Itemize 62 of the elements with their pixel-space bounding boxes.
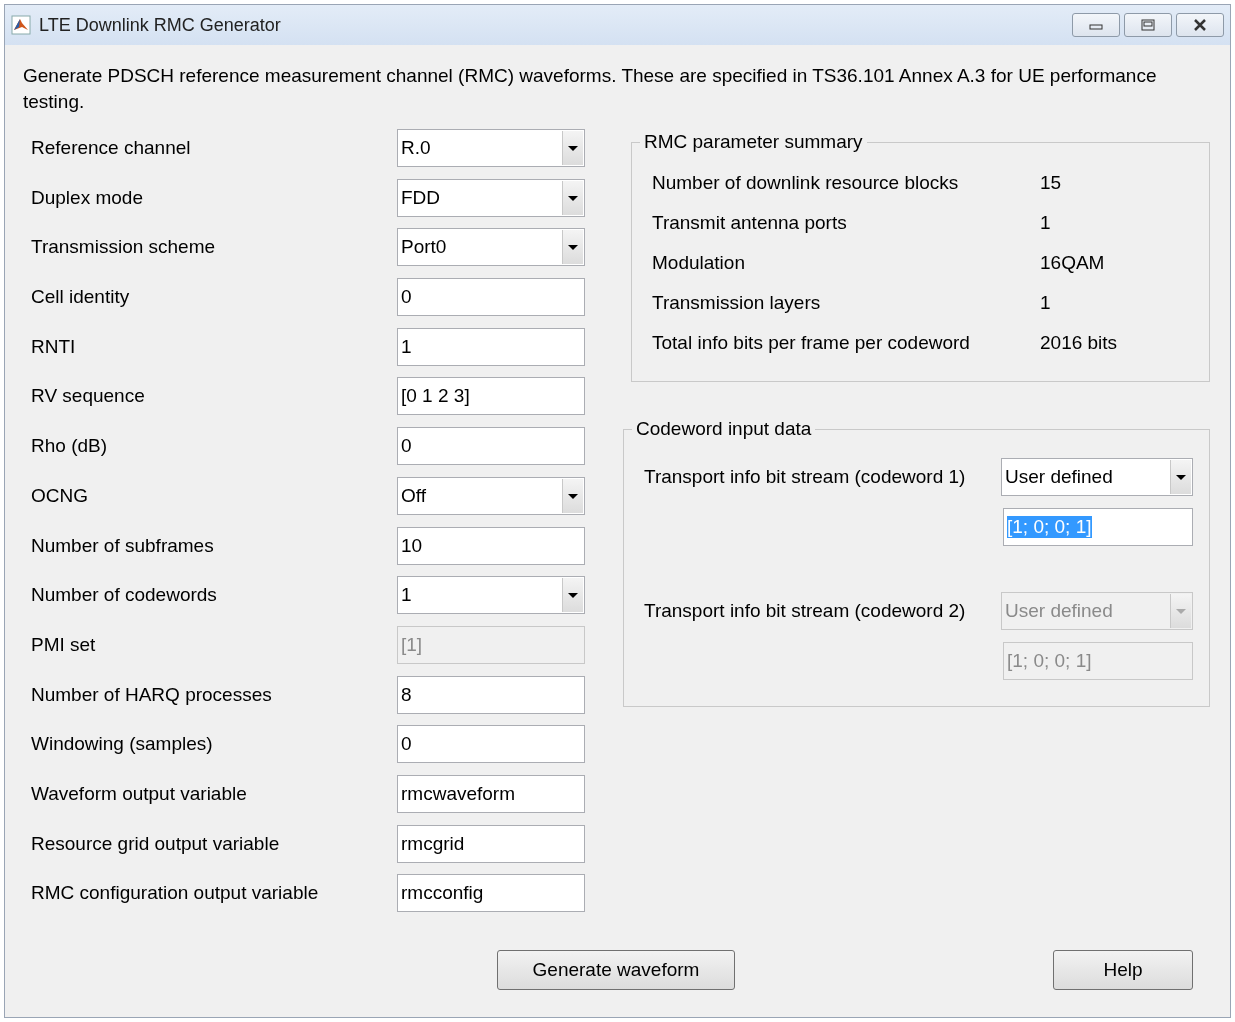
push-button[interactable]: Generate waveform — [497, 950, 735, 991]
input-field[interactable]: 10 — [397, 526, 585, 565]
parameter-label: Number of codewords — [31, 584, 218, 607]
summary-label: Modulation — [652, 252, 746, 274]
parameter-label: Number of subframes — [31, 534, 215, 557]
summary-label: Transmission layers — [652, 292, 822, 314]
dropdown[interactable]: Off — [397, 476, 585, 515]
input-field[interactable]: 1 — [397, 327, 585, 366]
input-field[interactable]: rmcconfig — [397, 874, 585, 913]
panel-title: RMC parameter summary — [643, 131, 864, 153]
parameter-label: Rho (dB) — [31, 435, 109, 458]
minimize-button[interactable] — [1072, 13, 1120, 37]
parameter-label: Transmission scheme — [31, 236, 217, 259]
window-title: LTE Downlink RMC Generator — [39, 14, 282, 36]
stream-label: Transport info bit stream (codeword 1) — [644, 466, 966, 488]
summary-label: Transmit antenna ports — [652, 212, 848, 234]
caret-icon — [1170, 594, 1191, 628]
input-field[interactable]: [0 1 2 3] — [397, 377, 585, 416]
dropdown[interactable]: 1 — [397, 576, 585, 615]
parameter-label: Windowing (samples) — [31, 733, 214, 756]
dropdown[interactable]: User defined — [1001, 458, 1193, 496]
summary-value: 1 — [1040, 212, 1051, 234]
summary-value: 16QAM — [1040, 252, 1105, 274]
caret-icon — [562, 180, 583, 215]
parameter-label: PMI set — [31, 633, 97, 656]
push-button[interactable]: Help — [1053, 950, 1193, 991]
parameter-label: RV sequence — [31, 385, 146, 408]
parameter-label: RMC configuration output variable — [31, 882, 320, 905]
input-field[interactable]: 8 — [397, 675, 585, 714]
dropdown[interactable]: Port0 — [397, 228, 585, 267]
parameter-label: Reference channel — [31, 137, 192, 159]
restore-icon — [1141, 19, 1155, 31]
parameter-label: RNTI — [31, 335, 77, 358]
parameter-label: Resource grid output variable — [31, 832, 281, 855]
description-text: Generate PDSCH reference measurement channel (RMC) waveforms. These are specified in TS36.101 Annex A.3 for UE performance testing. — [23, 64, 1158, 114]
caret-icon — [562, 230, 583, 265]
caret-icon — [1170, 460, 1191, 494]
input-field[interactable]: rmcwaveform — [397, 774, 585, 813]
app-icon — [11, 15, 31, 35]
close-button[interactable] — [1176, 13, 1224, 37]
parameter-label: Duplex mode — [31, 186, 144, 209]
panel-title: Codeword input data — [635, 418, 813, 440]
caret-icon — [562, 131, 583, 165]
dropdown[interactable]: FDD — [397, 178, 585, 217]
input-field[interactable]: 0 — [397, 278, 585, 317]
parameter-label: Waveform output variable — [31, 782, 248, 805]
parameter-label: OCNG — [31, 484, 89, 507]
caret-icon — [562, 578, 583, 613]
stream-label: Transport info bit stream (codeword 2) — [644, 600, 966, 622]
dropdown[interactable]: R.0 — [397, 129, 585, 167]
summary-label: Number of downlink resource blocks — [652, 172, 960, 194]
caret-icon — [562, 478, 583, 513]
close-icon — [1193, 19, 1207, 31]
summary-label: Total info bits per frame per codeword — [652, 332, 971, 354]
input-field[interactable]: rmcgrid — [397, 824, 585, 863]
input-field[interactable]: 0 — [397, 427, 585, 466]
parameter-label: Cell identity — [31, 286, 131, 309]
summary-value: 2016 bits — [1040, 332, 1118, 354]
parameter-label: Number of HARQ processes — [31, 683, 273, 706]
summary-value: 15 — [1040, 172, 1062, 194]
summary-value: 1 — [1040, 292, 1051, 314]
input-field[interactable]: 0 — [397, 725, 585, 764]
